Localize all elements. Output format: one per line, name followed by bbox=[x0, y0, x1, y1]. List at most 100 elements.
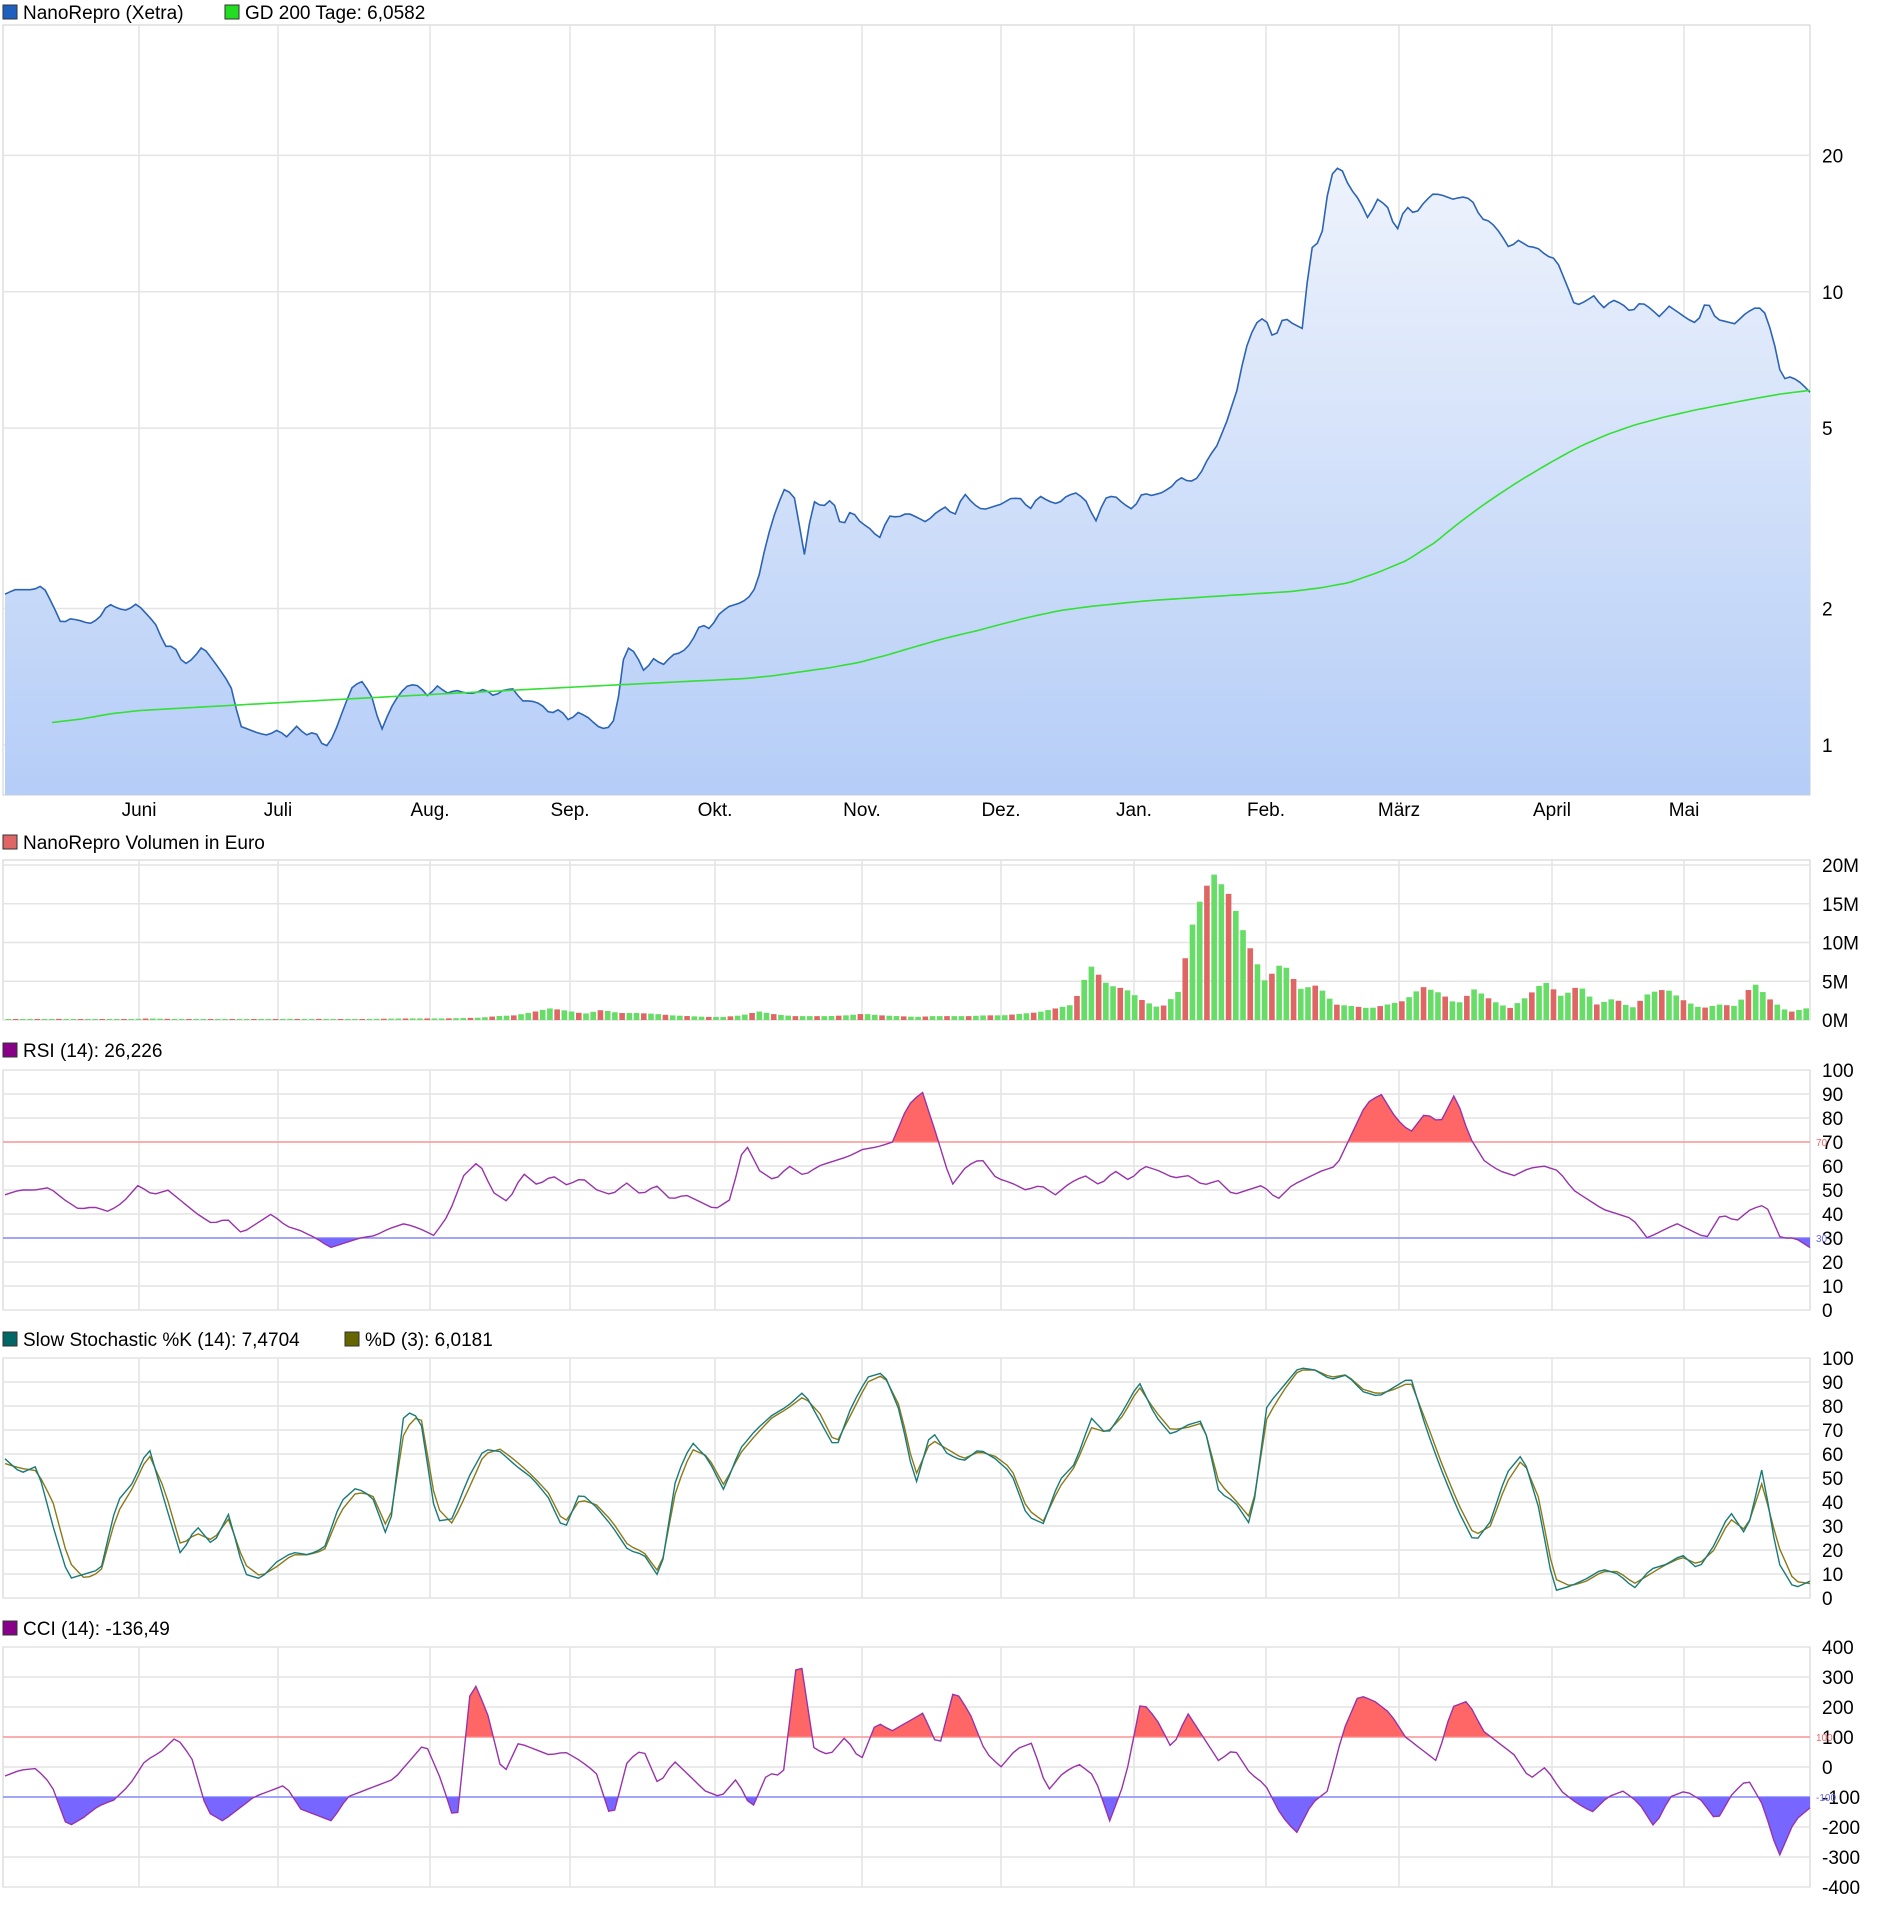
volume-bar bbox=[857, 1014, 864, 1020]
volume-bar bbox=[20, 1019, 26, 1020]
volume-bar bbox=[655, 1014, 662, 1020]
stoch-legend-swatch-1 bbox=[344, 1331, 360, 1347]
x-month-10: April bbox=[1533, 800, 1571, 821]
volume-bar bbox=[1796, 1009, 1802, 1020]
volume-bar bbox=[453, 1018, 459, 1020]
stoch-ytick-9: 10 bbox=[1822, 1565, 1843, 1586]
x-month-2: Aug. bbox=[410, 800, 449, 821]
stoch-ytick-10: 0 bbox=[1822, 1589, 1833, 1610]
volume-bar bbox=[958, 1016, 965, 1020]
volume-bar bbox=[1305, 987, 1311, 1020]
volume-bar bbox=[402, 1018, 409, 1020]
volume-bar bbox=[1536, 985, 1542, 1020]
price-legend-swatch-1 bbox=[224, 4, 240, 20]
volume-bar bbox=[121, 1019, 127, 1020]
price-ytick-2: 5 bbox=[1822, 419, 1833, 440]
volume-bar bbox=[1521, 998, 1528, 1020]
cci-ytick-6: -200 bbox=[1822, 1818, 1860, 1839]
volume-bar bbox=[1435, 992, 1441, 1020]
volume-bar bbox=[1341, 1005, 1347, 1020]
price-ytick-1: 10 bbox=[1822, 283, 1843, 304]
volume-bar bbox=[1124, 990, 1131, 1020]
volume-bar bbox=[352, 1019, 358, 1020]
volume-bar bbox=[698, 1016, 705, 1020]
volume-bar bbox=[1088, 966, 1095, 1020]
volume-bar bbox=[1709, 1005, 1716, 1020]
volume-bar bbox=[366, 1018, 373, 1020]
volume-ytick-1: 15M bbox=[1822, 895, 1859, 916]
volume-bar bbox=[1218, 884, 1225, 1020]
volume-bar bbox=[106, 1019, 113, 1020]
stoch-ytick-8: 20 bbox=[1822, 1541, 1843, 1562]
volume-bar bbox=[1131, 995, 1138, 1020]
volume-bar bbox=[713, 1016, 719, 1020]
volume-bar bbox=[395, 1018, 402, 1020]
volume-bar bbox=[756, 1011, 763, 1020]
volume-bar bbox=[1196, 901, 1203, 1020]
volume-bar bbox=[821, 1016, 828, 1020]
volume-bar bbox=[1637, 1000, 1643, 1020]
volume-bar bbox=[1276, 965, 1282, 1020]
volume-bar bbox=[1702, 1007, 1708, 1020]
rsi-threshold-70: 70 bbox=[1816, 1138, 1828, 1149]
volume-bar bbox=[1752, 984, 1759, 1020]
volume-bar bbox=[446, 1018, 452, 1020]
volume-bar bbox=[1485, 998, 1492, 1020]
volume-bar bbox=[1095, 974, 1102, 1020]
volume-bar bbox=[1038, 1011, 1044, 1020]
volume-bar bbox=[1803, 1008, 1809, 1020]
stoch-ytick-3: 70 bbox=[1822, 1421, 1843, 1442]
volume-bar bbox=[886, 1015, 893, 1020]
volume-bar bbox=[1023, 1013, 1030, 1020]
volume-bar bbox=[1565, 992, 1571, 1020]
volume-bar bbox=[164, 1018, 171, 1020]
volume-bar bbox=[135, 1018, 142, 1020]
cci-threshold-minus100: -100 bbox=[1816, 1793, 1836, 1804]
volume-bar bbox=[770, 1014, 777, 1020]
volume-bar bbox=[5, 1019, 12, 1020]
volume-bar bbox=[1745, 989, 1752, 1020]
volume-bar bbox=[691, 1016, 698, 1020]
volume-bar bbox=[1471, 989, 1477, 1020]
volume-bar bbox=[1297, 988, 1304, 1020]
volume-bar bbox=[1211, 874, 1217, 1020]
volume-legend-swatch-0 bbox=[2, 834, 18, 850]
volume-bar bbox=[1081, 979, 1087, 1020]
volume-bar bbox=[272, 1019, 279, 1020]
volume-bar bbox=[604, 1010, 611, 1020]
volume-bar bbox=[142, 1018, 149, 1020]
volume-bar bbox=[778, 1014, 784, 1020]
volume-ytick-0: 20M bbox=[1822, 856, 1859, 877]
volume-bar bbox=[128, 1019, 134, 1020]
volume-bar bbox=[843, 1015, 849, 1020]
volume-bar bbox=[460, 1018, 467, 1020]
volume-bar bbox=[1233, 910, 1239, 1020]
volume-bar bbox=[1391, 1002, 1398, 1020]
volume-bar bbox=[1630, 1007, 1636, 1020]
rsi-ytick-9: 10 bbox=[1822, 1277, 1843, 1298]
volume-bar bbox=[908, 1016, 914, 1020]
rsi-ytick-5: 50 bbox=[1822, 1181, 1843, 1202]
stoch-ytick-0: 100 bbox=[1822, 1349, 1854, 1370]
volume-bar bbox=[814, 1016, 820, 1020]
volume-bar bbox=[1362, 1007, 1369, 1020]
volume-bar bbox=[662, 1014, 669, 1020]
volume-bar bbox=[532, 1011, 539, 1020]
volume-bar bbox=[640, 1013, 647, 1020]
rsi-ytick-6: 40 bbox=[1822, 1205, 1843, 1226]
volume-bar bbox=[77, 1019, 84, 1020]
volume-bar bbox=[987, 1015, 994, 1020]
volume-bar bbox=[915, 1016, 921, 1020]
volume-bar bbox=[214, 1019, 221, 1020]
cci-overbought-fill bbox=[1342, 1696, 1406, 1737]
volume-bar bbox=[1507, 1007, 1513, 1020]
price-ytick-3: 2 bbox=[1822, 599, 1833, 620]
volume-bar bbox=[900, 1016, 907, 1020]
volume-bar bbox=[99, 1019, 106, 1020]
volume-bar bbox=[1009, 1014, 1015, 1020]
volume-bar bbox=[1760, 992, 1766, 1020]
volume-bar bbox=[388, 1018, 394, 1020]
volume-bar bbox=[1622, 1004, 1629, 1020]
volume-bar bbox=[677, 1015, 683, 1020]
stoch-ytick-5: 50 bbox=[1822, 1469, 1843, 1490]
